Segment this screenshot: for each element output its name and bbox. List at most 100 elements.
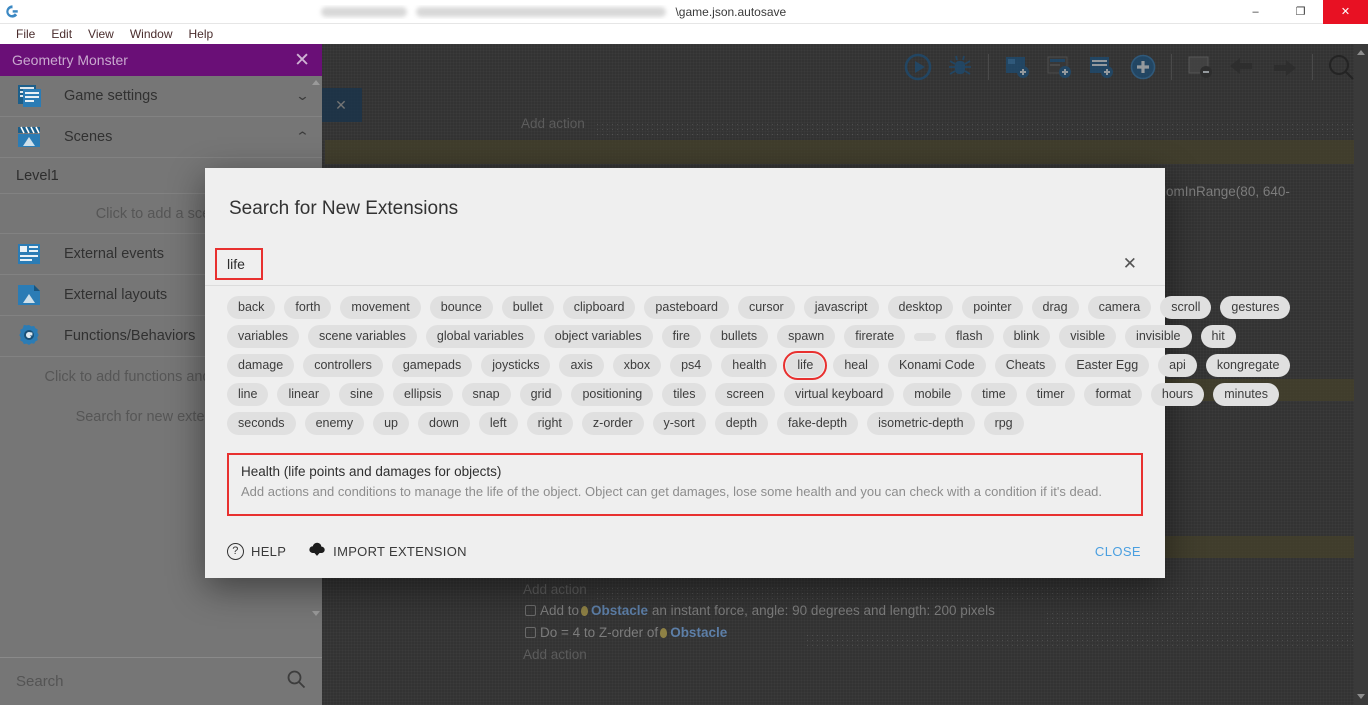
tag-chip-mobile[interactable]: mobile bbox=[903, 383, 962, 406]
tag-chip-api[interactable]: api bbox=[1158, 354, 1197, 377]
add-action-3[interactable]: Add action bbox=[523, 647, 587, 662]
minimize-button[interactable]: – bbox=[1233, 0, 1278, 24]
chevron-up-icon[interactable]: ⌃ bbox=[295, 129, 310, 145]
tag-chip-up[interactable]: up bbox=[373, 412, 409, 435]
tag-chip-blink[interactable]: blink bbox=[1003, 325, 1051, 348]
tag-chip-positioning[interactable]: positioning bbox=[571, 383, 653, 406]
tag-chip-rpg[interactable]: rpg bbox=[984, 412, 1024, 435]
add-action-top[interactable]: Add action bbox=[521, 116, 585, 131]
tag-chip-visible[interactable]: visible bbox=[1059, 325, 1116, 348]
tag-chip-linear[interactable]: linear bbox=[277, 383, 330, 406]
chevron-down-icon[interactable]: ⌄ bbox=[295, 88, 310, 104]
tag-chip-life[interactable]: life bbox=[786, 354, 824, 377]
tag-chip-xbox[interactable]: xbox bbox=[613, 354, 661, 377]
tag-chip-kongregate[interactable]: kongregate bbox=[1206, 354, 1291, 377]
tag-chip-time[interactable]: time bbox=[971, 383, 1017, 406]
tag-chip-bullet[interactable]: bullet bbox=[502, 296, 554, 319]
tag-chip-joysticks[interactable]: joysticks bbox=[481, 354, 550, 377]
extension-result-card[interactable]: Health (life points and damages for obje… bbox=[227, 453, 1143, 516]
tag-chip-camera[interactable]: camera bbox=[1088, 296, 1152, 319]
tag-chip-firerate[interactable]: firerate bbox=[844, 325, 905, 348]
tag-chip-bullets[interactable]: bullets bbox=[710, 325, 768, 348]
tag-chip-ps4[interactable]: ps4 bbox=[670, 354, 712, 377]
tag-chip-virtual-keyboard[interactable]: virtual keyboard bbox=[784, 383, 894, 406]
tag-chip-javascript[interactable]: javascript bbox=[804, 296, 879, 319]
tag-chip-movement[interactable]: movement bbox=[340, 296, 420, 319]
tag-chip-object-variables[interactable]: object variables bbox=[544, 325, 653, 348]
editor-tab-close[interactable]: ✕ bbox=[320, 88, 362, 122]
tag-chip-controllers[interactable]: controllers bbox=[303, 354, 383, 377]
search-input[interactable]: life bbox=[215, 248, 263, 280]
scroll-down-arrow-icon[interactable] bbox=[1357, 694, 1365, 699]
tag-chip-cheats[interactable]: Cheats bbox=[995, 354, 1057, 377]
close-dialog-button[interactable]: CLOSE bbox=[1095, 544, 1141, 559]
project-search-bar[interactable]: Search bbox=[0, 657, 322, 705]
maximize-button[interactable]: ❐ bbox=[1278, 0, 1323, 24]
close-window-button[interactable]: ✕ bbox=[1323, 0, 1368, 24]
delete-layout-icon[interactable] bbox=[1183, 50, 1217, 84]
tag-chip-enemy[interactable]: enemy bbox=[305, 412, 365, 435]
tag-chip-back[interactable]: back bbox=[227, 296, 275, 319]
tag-chip-hours[interactable]: hours bbox=[1151, 383, 1204, 406]
tag-chip-gamepads[interactable]: gamepads bbox=[392, 354, 472, 377]
add-external-layout-icon[interactable] bbox=[1084, 50, 1118, 84]
tag-chip-health[interactable]: health bbox=[721, 354, 777, 377]
tag-chip-format[interactable]: format bbox=[1084, 383, 1141, 406]
tag-chip-cursor[interactable]: cursor bbox=[738, 296, 795, 319]
tag-chip-right[interactable]: right bbox=[527, 412, 573, 435]
tag-chip-drag[interactable]: drag bbox=[1032, 296, 1079, 319]
tag-chip-desktop[interactable]: desktop bbox=[888, 296, 954, 319]
tag-chip-z-order[interactable]: z-order bbox=[582, 412, 644, 435]
tag-chip-timer[interactable]: timer bbox=[1026, 383, 1076, 406]
tag-chip-damage[interactable]: damage bbox=[227, 354, 294, 377]
tag-chip-seconds[interactable]: seconds bbox=[227, 412, 296, 435]
search-icon[interactable] bbox=[1324, 50, 1358, 84]
sidebar-item-scenes[interactable]: Scenes ⌃ bbox=[0, 117, 322, 158]
close-icon[interactable]: ✕ bbox=[1119, 254, 1141, 274]
menu-edit[interactable]: Edit bbox=[43, 24, 80, 44]
tag-chip-variables[interactable]: variables bbox=[227, 325, 299, 348]
tag-chip-grid[interactable]: grid bbox=[520, 383, 563, 406]
tag-chip-invisible[interactable]: invisible bbox=[1125, 325, 1191, 348]
tag-chip-down[interactable]: down bbox=[418, 412, 470, 435]
menu-window[interactable]: Window bbox=[122, 24, 181, 44]
tag-chip-left[interactable]: left bbox=[479, 412, 518, 435]
tag-chip-spawn[interactable]: spawn bbox=[777, 325, 835, 348]
tag-chip-pasteboard[interactable]: pasteboard bbox=[644, 296, 729, 319]
add-external-events-icon[interactable] bbox=[1042, 50, 1076, 84]
help-button[interactable]: ? HELP bbox=[227, 543, 286, 560]
editor-scrollbar[interactable] bbox=[1354, 44, 1368, 705]
tag-chip-bounce[interactable]: bounce bbox=[430, 296, 493, 319]
import-extension-button[interactable]: IMPORT EXTENSION bbox=[308, 542, 467, 560]
tag-chip-easter-egg[interactable]: Easter Egg bbox=[1065, 354, 1149, 377]
tag-chip-clipboard[interactable]: clipboard bbox=[563, 296, 636, 319]
tag-chip-screen[interactable]: screen bbox=[715, 383, 775, 406]
tag-chip-y-sort[interactable]: y-sort bbox=[653, 412, 706, 435]
add-scene-icon[interactable] bbox=[1000, 50, 1034, 84]
panel-scroll-up-icon[interactable] bbox=[312, 80, 320, 85]
tag-chip-minutes[interactable]: minutes bbox=[1213, 383, 1279, 406]
tag-chip-konami-code[interactable]: Konami Code bbox=[888, 354, 986, 377]
tag-chip-line[interactable]: line bbox=[227, 383, 268, 406]
tag-chip-flash[interactable]: flash bbox=[945, 325, 993, 348]
tag-chip-scene-variables[interactable]: scene variables bbox=[308, 325, 417, 348]
tag-chip-fake-depth[interactable]: fake-depth bbox=[777, 412, 858, 435]
tag-chip-heal[interactable]: heal bbox=[833, 354, 879, 377]
menu-file[interactable]: File bbox=[8, 24, 43, 44]
tag-chip-snap[interactable]: snap bbox=[462, 383, 511, 406]
tag-chip-pointer[interactable]: pointer bbox=[962, 296, 1022, 319]
add-object-icon[interactable] bbox=[1126, 50, 1160, 84]
tag-chip-ellipsis[interactable]: ellipsis bbox=[393, 383, 453, 406]
tag-chip-scroll[interactable]: scroll bbox=[1160, 296, 1211, 319]
tag-chip-axis[interactable]: axis bbox=[559, 354, 603, 377]
redo-icon[interactable] bbox=[1267, 50, 1301, 84]
preview-play-icon[interactable] bbox=[901, 50, 935, 84]
tag-chip-forth[interactable]: forth bbox=[284, 296, 331, 319]
sidebar-item-game-settings[interactable]: Game settings ⌄ bbox=[0, 76, 322, 117]
tag-chip-fire[interactable]: fire bbox=[662, 325, 701, 348]
undo-icon[interactable] bbox=[1225, 50, 1259, 84]
tag-chip-tiles[interactable]: tiles bbox=[662, 383, 706, 406]
search-icon[interactable] bbox=[286, 669, 306, 694]
menu-view[interactable]: View bbox=[80, 24, 122, 44]
debug-bug-icon[interactable] bbox=[943, 50, 977, 84]
